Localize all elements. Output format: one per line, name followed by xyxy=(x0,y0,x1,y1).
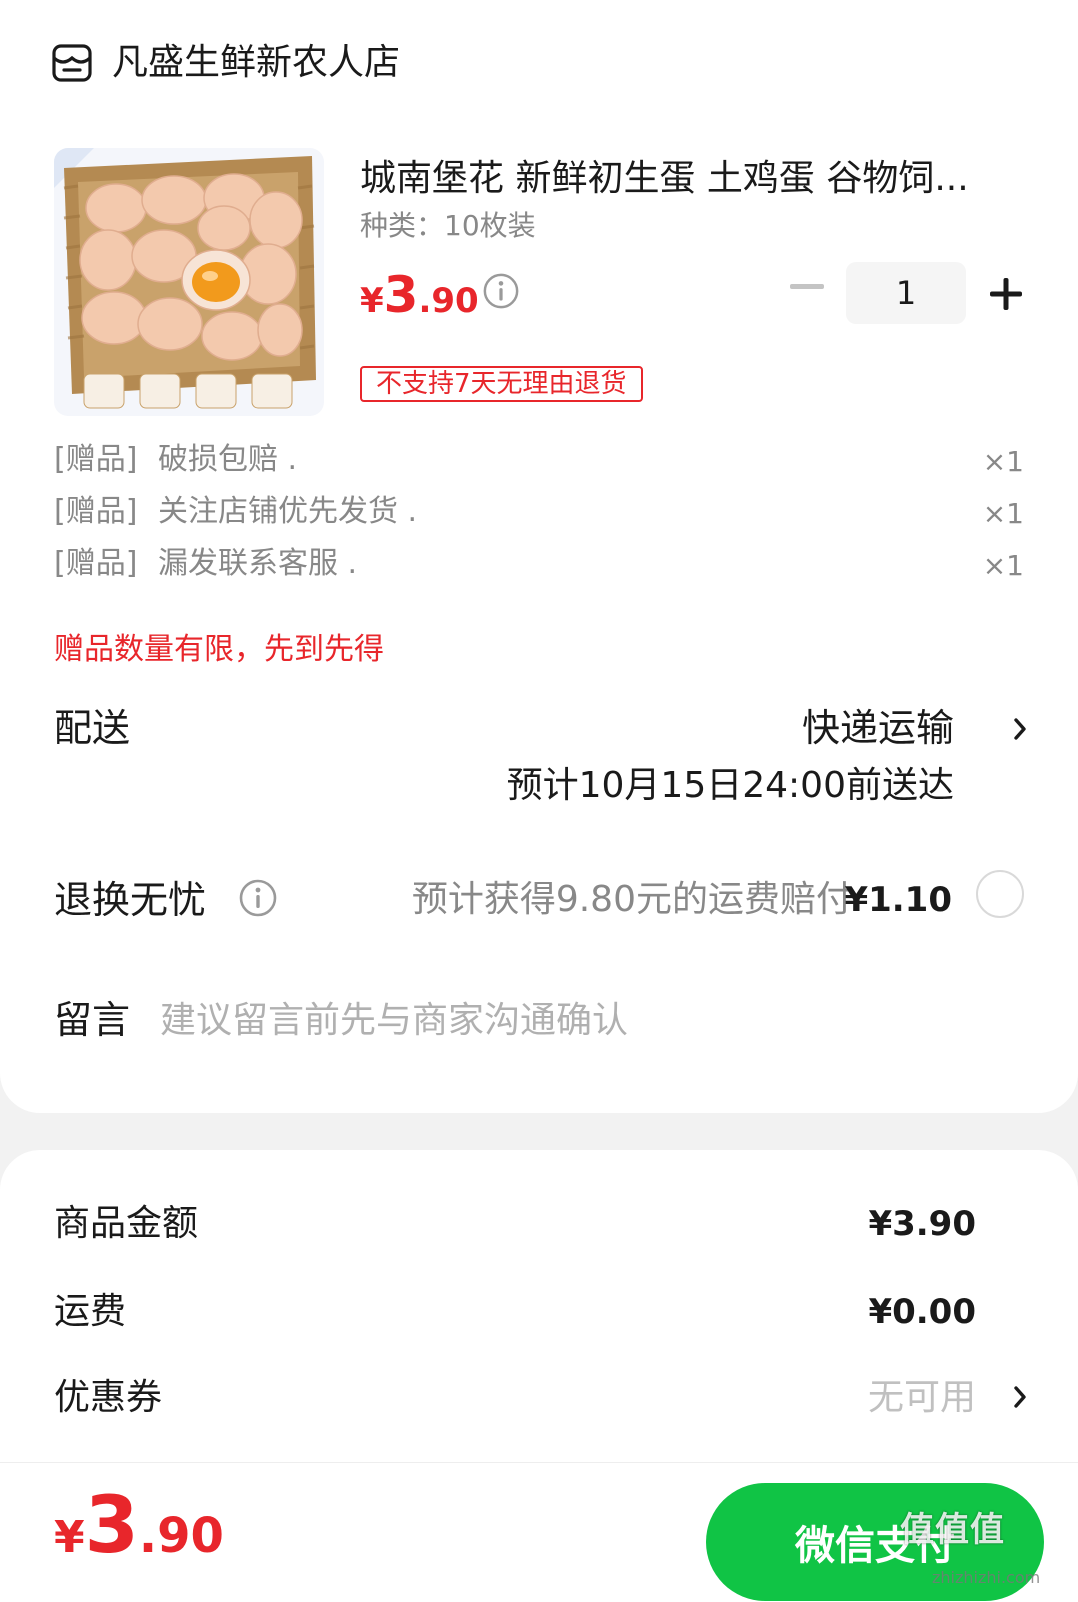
total-price: ¥ 3 .90 xyxy=(54,1481,224,1571)
watermark-url: zhizhizhi.com xyxy=(932,1568,1041,1587)
egg-basket-image xyxy=(54,148,324,416)
store-icon xyxy=(52,44,92,82)
gift-row: [赠品] 破损包赔 . ×1 xyxy=(54,436,1024,484)
chevron-right-icon[interactable] xyxy=(1012,716,1028,742)
info-icon[interactable] xyxy=(238,878,278,918)
gift-tag: [赠品] xyxy=(54,494,138,529)
info-icon[interactable] xyxy=(482,272,520,310)
product-image[interactable] xyxy=(54,148,324,416)
shipping-method[interactable]: 快递运输 xyxy=(802,700,954,756)
product-title[interactable]: 城南堡花 新鲜初生蛋 土鸡蛋 谷物饲... xyxy=(360,154,1020,204)
store-name[interactable]: 凡盛生鲜新农人店 xyxy=(112,38,400,88)
price-symbol: ¥ xyxy=(360,281,384,321)
total-symbol: ¥ xyxy=(54,1512,85,1563)
gift-name: 关注店铺优先发货 . xyxy=(158,494,418,529)
message-input[interactable] xyxy=(160,990,1000,1050)
gift-qty: ×1 xyxy=(982,445,1024,478)
gift-name: 漏发联系客服 . xyxy=(158,546,358,581)
price-integer: 3 xyxy=(383,266,419,324)
product-spec[interactable]: 种类：10枚装 xyxy=(360,206,536,246)
gift-qty: ×1 xyxy=(982,549,1024,582)
gift-row: [赠品] 关注店铺优先发货 . ×1 xyxy=(54,488,1024,536)
gift-qty: ×1 xyxy=(982,497,1024,530)
refund-price: ¥1.10 xyxy=(844,880,952,920)
gift-tag: [赠品] xyxy=(54,546,138,581)
refund-label: 退换无忧 xyxy=(54,878,207,922)
shipping-label: 配送 xyxy=(54,706,131,750)
refund-radio[interactable] xyxy=(976,870,1024,918)
freight-value: ¥0.00 xyxy=(868,1292,976,1332)
gift-tag: [赠品] xyxy=(54,442,138,477)
order-card: 凡盛生鲜新农人店 城南堡花 新鲜初生蛋 土鸡蛋 谷物饲... 种类：10枚装 ¥… xyxy=(0,0,1078,1113)
price-decimal: .90 xyxy=(418,281,479,321)
chevron-right-icon[interactable] xyxy=(1012,1384,1028,1410)
refund-description: 预计获得9.80元的运费赔付 xyxy=(411,879,852,920)
coupon-label: 优惠券 xyxy=(54,1377,163,1418)
gift-row: [赠品] 漏发联系客服 . ×1 xyxy=(54,540,1024,588)
total-integer: 3 xyxy=(84,1481,139,1571)
goods-amount-value: ¥3.90 xyxy=(868,1204,976,1244)
shipping-eta: 预计10月15日24:00前送达 xyxy=(506,765,954,806)
quantity-field[interactable]: 1 xyxy=(846,262,966,324)
product-price: ¥ 3 .90 xyxy=(360,266,479,326)
return-policy-badge: 不支持7天无理由退货 xyxy=(360,366,643,402)
message-label: 留言 xyxy=(54,998,131,1042)
coupon-value[interactable]: 无可用 xyxy=(868,1370,976,1426)
quantity-decrease-button[interactable] xyxy=(790,284,824,290)
total-decimal: .90 xyxy=(138,1508,224,1564)
freight-label: 运费 xyxy=(54,1291,127,1332)
goods-amount-label: 商品金额 xyxy=(54,1203,199,1244)
gift-name: 破损包赔 . xyxy=(158,442,298,477)
gift-limit-note: 赠品数量有限，先到先得 xyxy=(54,632,384,667)
quantity-increase-button[interactable] xyxy=(990,278,1022,310)
watermark: 值值值 xyxy=(900,1510,1005,1550)
